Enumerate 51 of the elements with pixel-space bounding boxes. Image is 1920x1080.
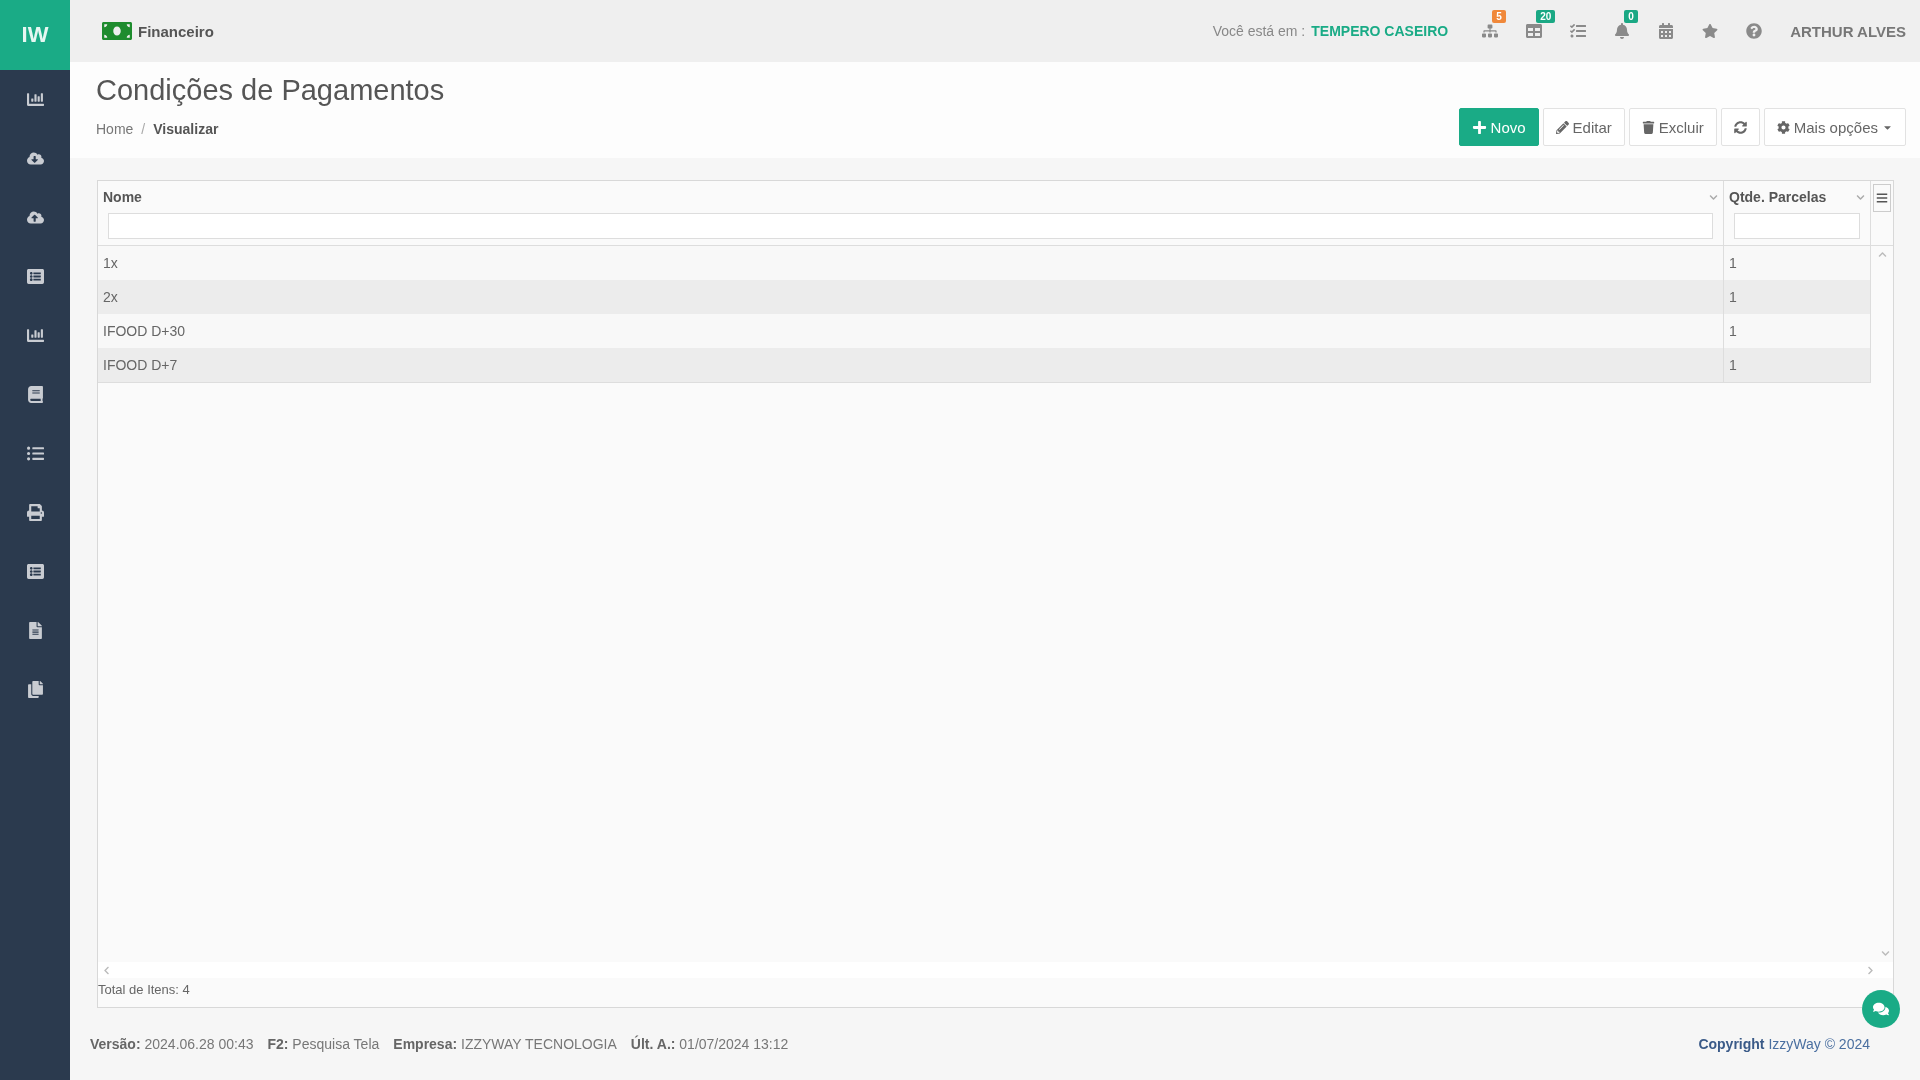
- pencil-icon: [1555, 120, 1569, 134]
- module-name: Financeiro: [138, 22, 214, 40]
- gear-icon: [1776, 120, 1790, 134]
- more-options-button[interactable]: Mais opções: [1763, 108, 1906, 146]
- column-header[interactable]: Nome: [103, 189, 142, 205]
- footer-info: Versão: 2024.06.28 00:43: [90, 1036, 254, 1052]
- bell-icon[interactable]: [1614, 23, 1631, 39]
- menu-icon: [1876, 192, 1888, 204]
- table-cell: 1: [1724, 280, 1871, 314]
- footer-info: F2: Pesquisa Tela: [267, 1036, 380, 1052]
- new-button[interactable]: Novo: [1458, 108, 1539, 146]
- scroll-left-icon[interactable]: [102, 965, 111, 975]
- count-badge: 0: [1624, 10, 1638, 23]
- scroll-down-icon[interactable]: [1880, 949, 1890, 958]
- plus-icon: [1471, 119, 1487, 135]
- table-cell: 2x: [98, 280, 1724, 314]
- footer-info: Últ. A.: 01/07/2024 13:12: [630, 1036, 789, 1052]
- chat-icon: [1873, 1001, 1889, 1017]
- tasks-icon[interactable]: [1570, 23, 1587, 39]
- location-label: Você está em :: [1212, 23, 1306, 39]
- count-badge: 5: [1492, 10, 1506, 23]
- chat-button[interactable]: [1862, 990, 1900, 1028]
- scroll-up-icon[interactable]: [1877, 250, 1887, 259]
- chevron-down-icon[interactable]: [1856, 192, 1865, 202]
- breadcrumb-item: Visualizar: [153, 121, 219, 137]
- delete-button[interactable]: Excluir: [1628, 108, 1717, 146]
- chevron-down-icon[interactable]: [1709, 192, 1718, 202]
- total-items: Total de Itens: 4: [98, 981, 191, 999]
- menu-button[interactable]: [1873, 184, 1891, 212]
- star-icon[interactable]: [1702, 23, 1719, 39]
- filter-field[interactable]: [108, 213, 1713, 239]
- user-name[interactable]: ARTHUR ALVES: [1790, 22, 1906, 40]
- copyright-text: Copyright IzzyWay © 2024: [1698, 1036, 1870, 1052]
- refresh-button[interactable]: [1720, 108, 1760, 146]
- refresh-icon: [1733, 120, 1747, 134]
- sitemap-icon[interactable]: [1482, 23, 1499, 39]
- edit-button[interactable]: Editar: [1542, 108, 1625, 146]
- filter-field[interactable]: [1734, 213, 1860, 239]
- count-badge: 20: [1536, 10, 1556, 23]
- grid-icon[interactable]: [1526, 23, 1543, 39]
- breadcrumb-separator: /: [141, 121, 146, 137]
- table-cell: 1: [1724, 348, 1871, 383]
- calendar-icon[interactable]: [1658, 23, 1675, 39]
- trash-icon: [1641, 120, 1655, 134]
- help-icon[interactable]: [1746, 23, 1763, 39]
- footer-info: Empresa: IZZYWAY TECNOLOGIA: [393, 1036, 617, 1052]
- page-title: Condições de Pagamentos: [96, 74, 445, 107]
- column-header[interactable]: Qtde. Parcelas: [1729, 189, 1827, 205]
- breadcrumb-item[interactable]: Home: [96, 121, 134, 137]
- table-cell: IFOOD D+7: [98, 348, 1724, 383]
- scroll-right-icon[interactable]: [1866, 965, 1875, 975]
